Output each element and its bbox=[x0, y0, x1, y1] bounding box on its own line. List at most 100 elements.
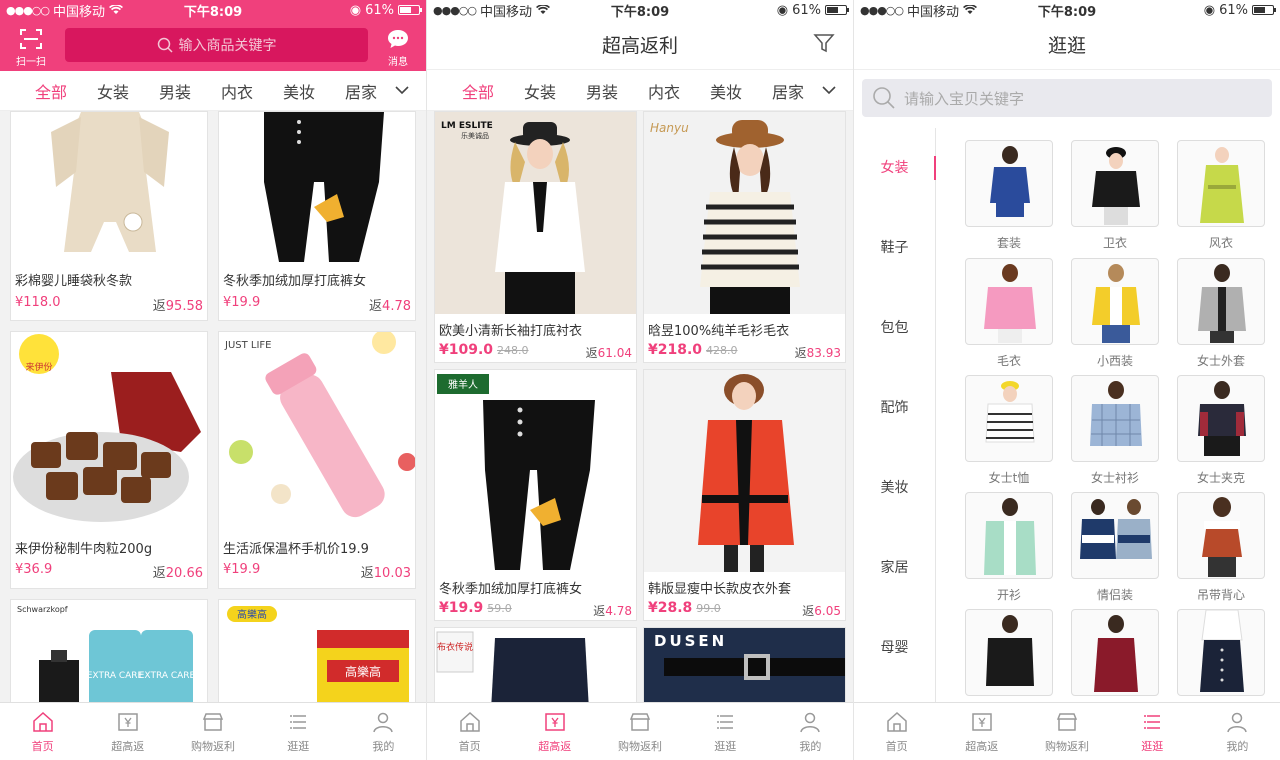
subcategory-item[interactable]: 卫衣 bbox=[1071, 140, 1159, 250]
product-card[interactable]: 韩版显瘦中长款皮衣外套 ¥28.8 99.0 返6.05 bbox=[643, 369, 846, 621]
tab-shopping-rebate-nav[interactable]: 购物返利 bbox=[170, 703, 255, 760]
product-rebate: 返4.78 bbox=[593, 604, 632, 618]
product-title: 欧美小清新长袖打底衬衣 bbox=[439, 324, 583, 339]
tab-home-nav[interactable]: 首页 bbox=[854, 703, 939, 760]
product-image bbox=[219, 112, 415, 263]
tab-men[interactable]: 男装 bbox=[144, 79, 206, 103]
sidebar-item-accessories[interactable]: 配饰 bbox=[854, 393, 935, 423]
tab-underwear[interactable]: 内衣 bbox=[206, 79, 268, 103]
subcategory-label: 女士外套 bbox=[1196, 354, 1245, 368]
tab-home-nav[interactable]: 首页 bbox=[427, 703, 512, 760]
product-card[interactable]: 来伊份 来伊份秘制牛肉粒200g ¥36.9 返20.66 bbox=[10, 331, 208, 589]
subcategory-item[interactable]: 开衫 bbox=[965, 492, 1053, 602]
product-price: ¥19.9 59.0 bbox=[439, 600, 512, 616]
sidebar-item-baby[interactable]: 母婴 bbox=[854, 633, 935, 663]
product-card[interactable]: DUSEN bbox=[643, 627, 846, 702]
subcategory-item[interactable]: 情侣装 bbox=[1071, 492, 1159, 602]
subcategory-item[interactable] bbox=[1071, 609, 1159, 709]
subcategory-item[interactable]: 套装 bbox=[965, 140, 1053, 250]
tab-home-nav[interactable]: 首页 bbox=[0, 703, 85, 760]
product-title: 韩版显瘦中长款皮衣外套 bbox=[648, 582, 792, 597]
brand-logo-dusen: DUSEN bbox=[654, 632, 727, 650]
tab-browse-nav[interactable]: 逛逛 bbox=[256, 703, 341, 760]
product-image bbox=[11, 112, 207, 263]
tab-super-rebate-nav[interactable]: 超高返 bbox=[939, 703, 1024, 760]
tab-browse-nav[interactable]: 逛逛 bbox=[1110, 703, 1195, 760]
tab-home[interactable]: 居家 bbox=[330, 79, 392, 103]
scan-icon bbox=[20, 29, 42, 49]
subcategory-image bbox=[965, 609, 1053, 696]
sidebar-item-bags[interactable]: 包包 bbox=[854, 313, 935, 343]
sidebar-item-women[interactable]: 女装 bbox=[854, 153, 936, 183]
product-card[interactable]: 彩棉婴儿睡袋秋冬款 ¥118.0 返95.58 bbox=[10, 111, 208, 321]
battery-icon bbox=[825, 5, 849, 15]
chevron-down-icon[interactable] bbox=[819, 86, 839, 95]
subcategory-image bbox=[965, 140, 1053, 227]
tab-me-nav[interactable]: 我的 bbox=[1195, 703, 1280, 760]
tab-beauty[interactable]: 美妆 bbox=[695, 79, 757, 103]
scan-button[interactable]: 扫一扫 bbox=[10, 28, 52, 68]
tab-men[interactable]: 男装 bbox=[571, 79, 633, 103]
tab-women[interactable]: 女装 bbox=[509, 79, 571, 103]
yen-icon bbox=[118, 712, 138, 731]
product-label-extra-care: EXTRA CARE bbox=[139, 671, 196, 681]
product-card[interactable]: 冬秋季加绒加厚打底裤女 ¥19.9 返4.78 bbox=[218, 111, 416, 321]
tab-super-rebate-nav[interactable]: 超高返 bbox=[85, 703, 170, 760]
brand-logo-leslite: LM ESLITE bbox=[441, 121, 493, 131]
tab-underwear[interactable]: 内衣 bbox=[633, 79, 695, 103]
shop-icon bbox=[629, 712, 651, 731]
tab-super-rebate-nav[interactable]: 超高返 bbox=[512, 703, 597, 760]
tab-shopping-rebate-nav[interactable]: 购物返利 bbox=[597, 703, 682, 760]
product-card[interactable]: 高樂高 高樂高 bbox=[218, 599, 416, 702]
product-image: DUSEN bbox=[644, 628, 845, 702]
subcategory-item[interactable]: 毛衣 bbox=[965, 258, 1053, 368]
subcategory-item[interactable]: 吊带背心 bbox=[1177, 492, 1265, 602]
tab-women[interactable]: 女装 bbox=[82, 79, 144, 103]
product-card[interactable]: LM ESLITE 乐美诚品 欧美小清新长袖打底衬衣 ¥109.0 248.0 返6… bbox=[434, 111, 637, 363]
tab-browse-nav[interactable]: 逛逛 bbox=[683, 703, 768, 760]
subcategory-item[interactable]: 小西装 bbox=[1071, 258, 1159, 368]
search-input[interactable]: 请输入宝贝关键字 bbox=[862, 79, 1272, 117]
product-image: 雅羊人 bbox=[435, 370, 636, 572]
sidebar-item-shoes[interactable]: 鞋子 bbox=[854, 233, 935, 263]
sidebar-item-beauty[interactable]: 美妆 bbox=[854, 473, 935, 503]
tab-me-nav[interactable]: 我的 bbox=[768, 703, 853, 760]
brand-logo-yayangren: 雅羊人 bbox=[448, 378, 478, 391]
tab-beauty[interactable]: 美妆 bbox=[268, 79, 330, 103]
tab-home[interactable]: 居家 bbox=[757, 79, 819, 103]
filter-icon[interactable] bbox=[813, 32, 835, 54]
message-icon bbox=[388, 30, 408, 48]
subcategory-item[interactable]: 女士t恤 bbox=[965, 375, 1053, 485]
list-icon bbox=[717, 714, 734, 729]
tab-shopping-rebate-nav[interactable]: 购物返利 bbox=[1024, 703, 1109, 760]
product-rebate: 返61.04 bbox=[585, 346, 632, 360]
product-card[interactable]: 布衣传说 bbox=[434, 627, 637, 702]
tab-all[interactable]: 全部 bbox=[447, 79, 509, 103]
subcategory-label: 情侣装 bbox=[1096, 588, 1133, 602]
subcategory-item[interactable]: 女士夹克 bbox=[1177, 375, 1265, 485]
product-card[interactable]: 雅羊人 冬秋季加绒加厚打底裤女 ¥19.9 59.0 返4.78 bbox=[434, 369, 637, 621]
chevron-down-icon[interactable] bbox=[392, 86, 412, 95]
subcategory-item[interactable]: 女士外套 bbox=[1177, 258, 1265, 368]
subcategory-label: 小西装 bbox=[1096, 354, 1133, 368]
subcategory-item[interactable]: 女士衬衫 bbox=[1071, 375, 1159, 485]
sidebar-item-home[interactable]: 家居 bbox=[854, 553, 935, 583]
subcategory-item[interactable] bbox=[965, 609, 1053, 709]
product-image: 高樂高 高樂高 bbox=[219, 600, 415, 702]
product-price: ¥109.0 248.0 bbox=[439, 342, 529, 358]
subcategory-item[interactable]: 风衣 bbox=[1177, 140, 1265, 250]
product-card[interactable]: Schwarzkopf EXTRA CARE EXTRA CARE bbox=[10, 599, 208, 702]
search-input[interactable]: 输入商品关键字 bbox=[65, 28, 368, 62]
battery-icon bbox=[1252, 5, 1276, 15]
product-card[interactable]: JUST LIFE 生活派保温杯手机价19.9 ¥19.9 返10.03 bbox=[218, 331, 416, 589]
product-title: 彩棉婴儿睡袋秋冬款 bbox=[15, 274, 133, 289]
product-image: 来伊份 bbox=[11, 332, 207, 528]
subcategory-item[interactable] bbox=[1177, 609, 1265, 709]
home-icon bbox=[886, 711, 907, 732]
tab-me-nav[interactable]: 我的 bbox=[341, 703, 426, 760]
message-button[interactable]: 消息 bbox=[380, 28, 416, 68]
tab-label: 超高返 bbox=[538, 739, 572, 753]
tab-all[interactable]: 全部 bbox=[20, 79, 82, 103]
product-card[interactable]: Hanyu 晗昱100%纯羊毛衫毛衣 ¥218.0 428.0 返83.93 bbox=[643, 111, 846, 363]
subcategory-image bbox=[1071, 492, 1159, 579]
